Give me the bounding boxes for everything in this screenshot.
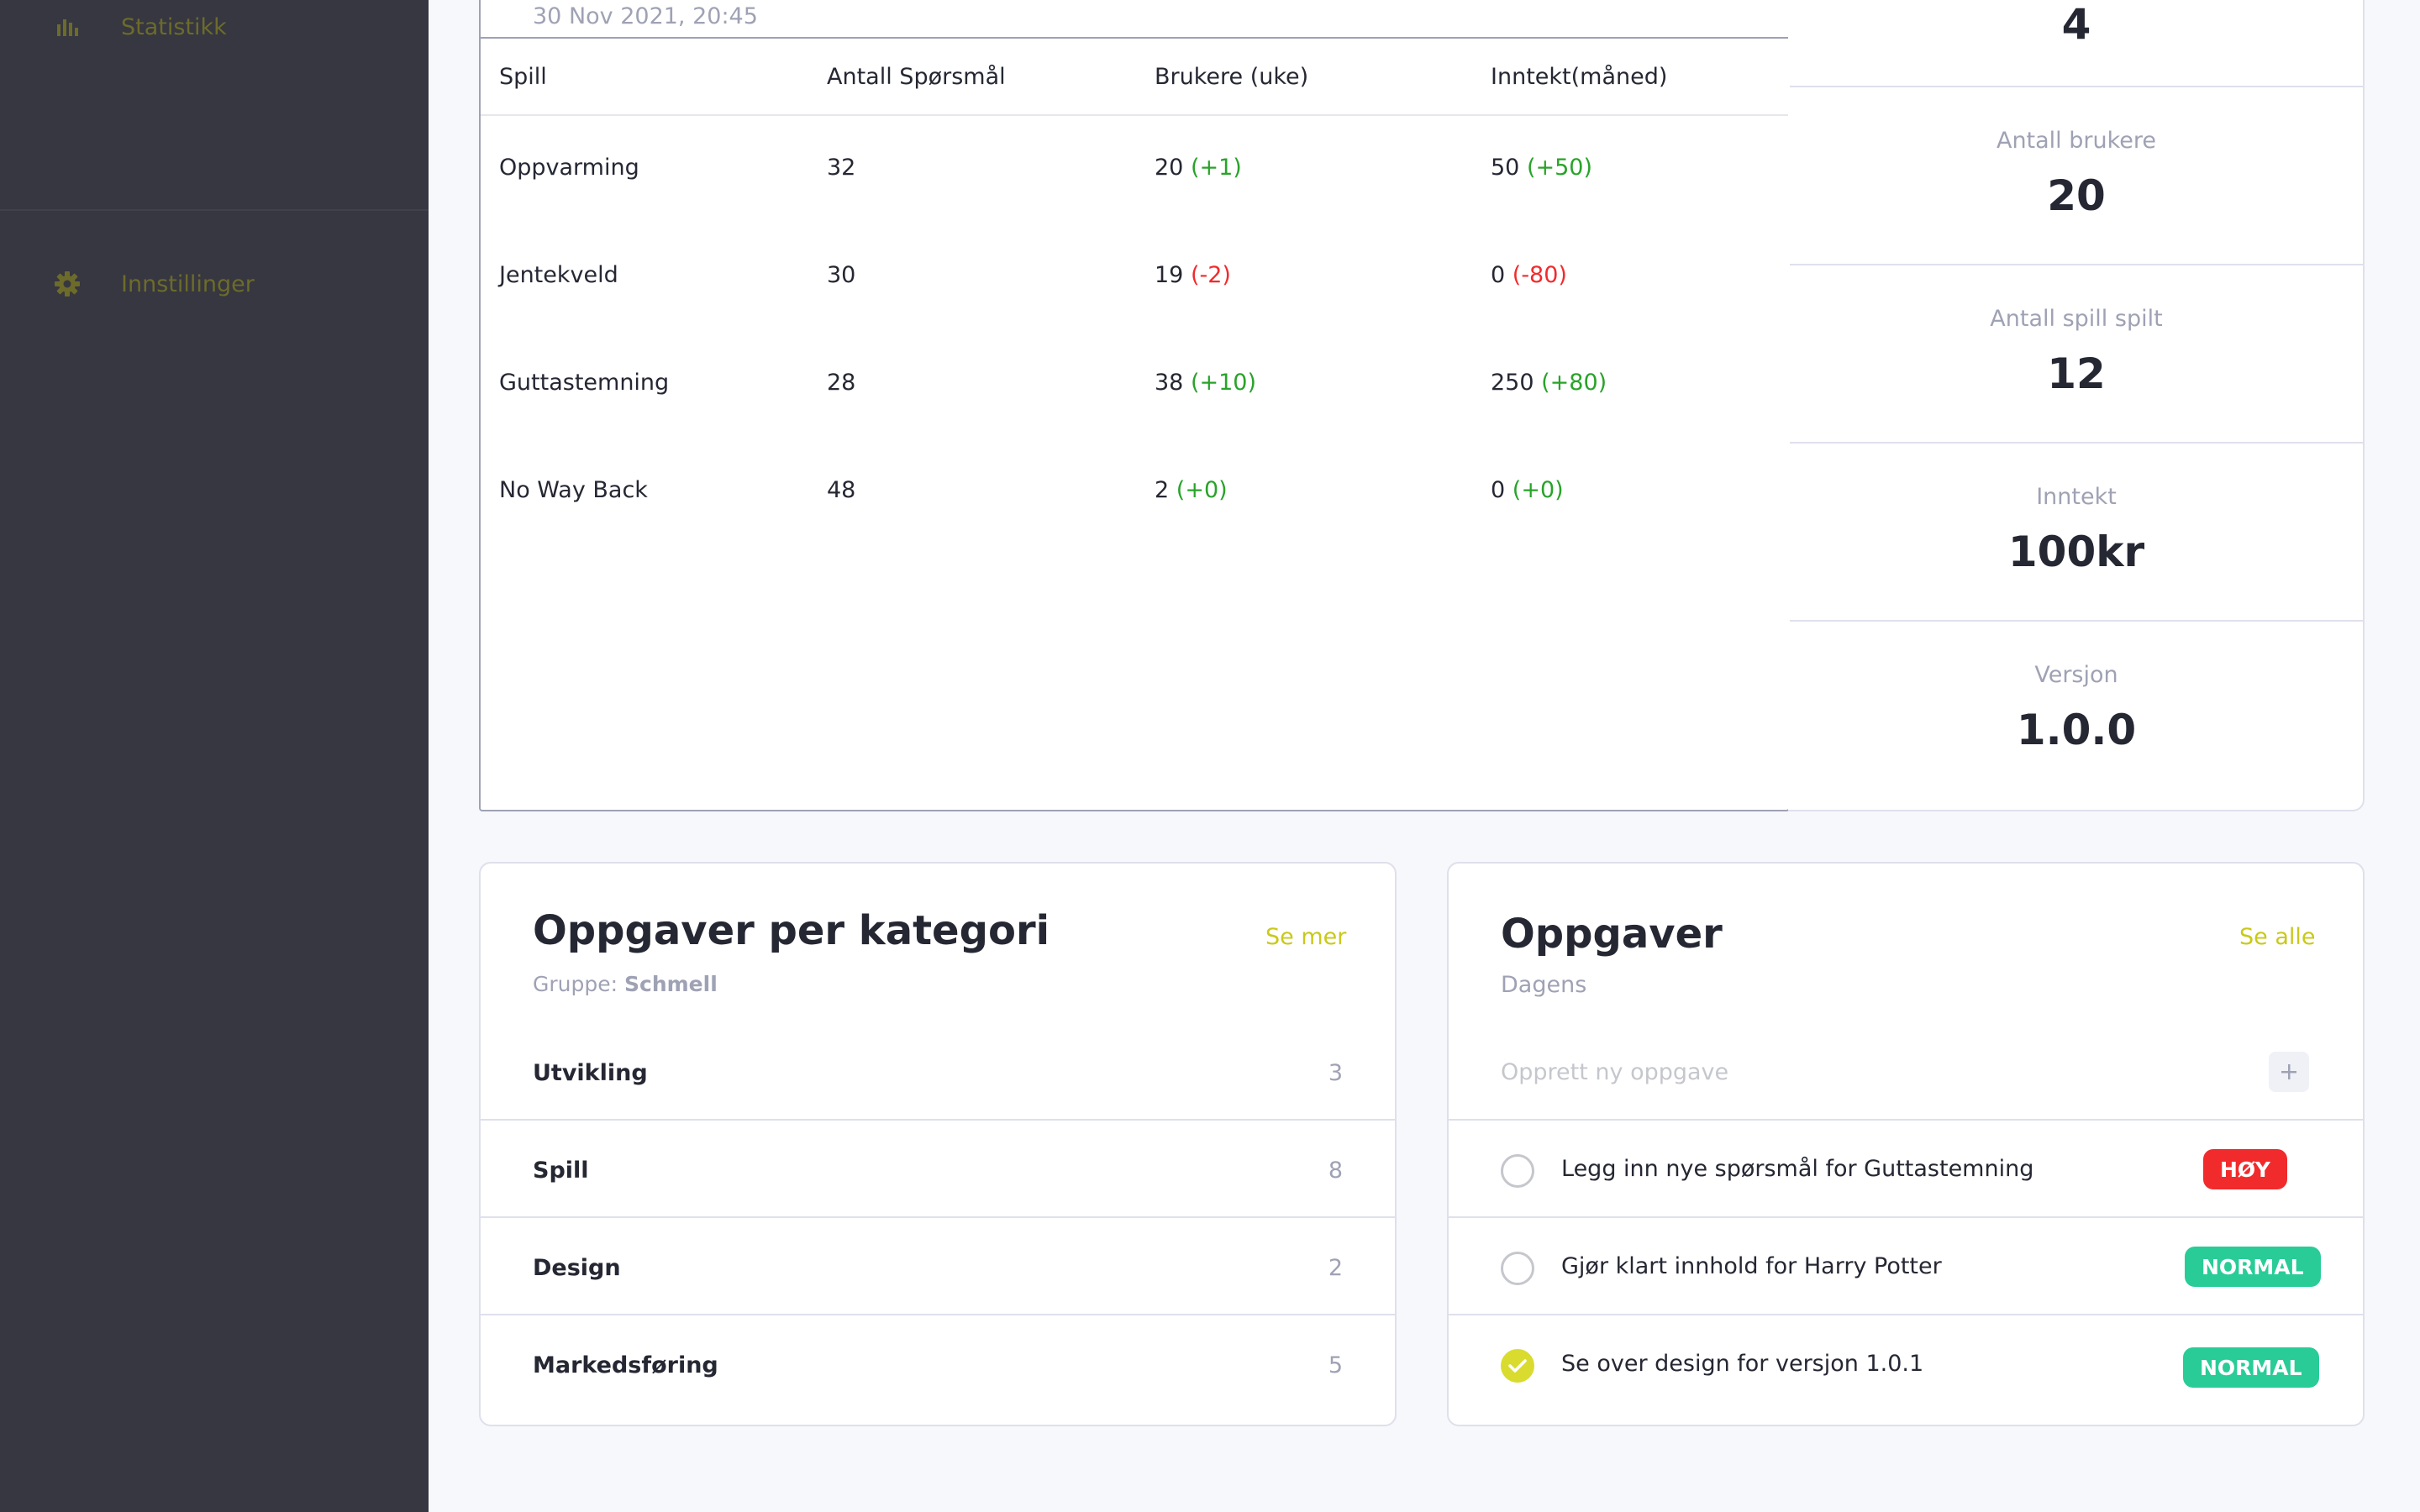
sidebar-item-innstillinger[interactable]: Innstillinger — [0, 257, 429, 311]
task-item: Legg inn nye spørsmål for Guttastemning … — [1449, 1121, 2363, 1218]
income-change: (+50) — [1526, 155, 1592, 181]
cell-users: 38 (+10) — [1155, 370, 1256, 396]
cell-questions: 30 — [827, 262, 856, 288]
task-checkbox-checked[interactable] — [1501, 1349, 1534, 1383]
task-checkbox[interactable] — [1501, 1154, 1534, 1188]
tasks-subtitle: Dagens — [1501, 972, 1587, 998]
category-count: 5 — [1328, 1352, 1343, 1378]
stat-tile: 4 — [1790, 0, 2363, 86]
category-count: 2 — [1328, 1255, 1343, 1281]
categories-title: Oppgaver per kategori — [533, 907, 1050, 954]
see-all-link[interactable]: Se alle — [2239, 924, 2316, 950]
column-header-questions: Antall Spørsmål — [827, 64, 1006, 90]
gear-icon — [54, 270, 81, 297]
stat-label: Inntekt — [2036, 484, 2117, 510]
plus-icon — [2281, 1064, 2296, 1079]
table-header: Spill Antall Spørsmål Brukere (uke) Innt… — [481, 37, 1788, 116]
group-name: Schmell — [624, 972, 718, 996]
table-row: Guttastemning 28 38 (+10) 250 (+80) — [481, 331, 1788, 438]
table-row: No Way Back 48 2 (+0) 0 (+0) — [481, 438, 1788, 546]
priority-badge: NORMAL — [2183, 1347, 2319, 1388]
cell-game: No Way Back — [499, 477, 648, 503]
tasks-title: Oppgaver — [1501, 911, 1723, 958]
priority-badge: HØY — [2203, 1149, 2287, 1189]
see-more-link[interactable]: Se mer — [1265, 924, 1346, 950]
sidebar: Statistikk Innstillinger — [0, 0, 429, 1512]
list-item[interactable]: Spill 8 — [481, 1121, 1395, 1218]
stat-tile-games-played: Antall spill spilt 12 — [1790, 264, 2363, 442]
add-task-button[interactable] — [2269, 1052, 2309, 1092]
task-text: Se over design for versjon 1.0.1 — [1561, 1351, 1924, 1377]
table-date: 30 Nov 2021, 20:45 — [533, 3, 758, 29]
stat-value: 1.0.0 — [2016, 706, 2137, 754]
cell-income: 0 (-80) — [1491, 262, 1567, 288]
users-change: (+1) — [1190, 155, 1242, 181]
new-task-row — [1449, 1023, 2363, 1121]
task-text: Legg inn nye spørsmål for Guttastemning — [1561, 1156, 2034, 1182]
cell-game: Guttastemning — [499, 370, 670, 396]
cell-game: Jentekveld — [499, 262, 618, 288]
sidebar-item-label: Innstillinger — [121, 270, 255, 297]
priority-badge: NORMAL — [2185, 1247, 2321, 1287]
category-label: Spill — [533, 1158, 589, 1184]
category-label: Utvikling — [533, 1060, 648, 1086]
users-change: (+10) — [1190, 370, 1256, 396]
cell-income: 50 (+50) — [1491, 155, 1592, 181]
income-change: (+0) — [1512, 477, 1564, 503]
category-count: 3 — [1328, 1060, 1343, 1086]
category-label: Design — [533, 1255, 621, 1281]
cell-users: 19 (-2) — [1155, 262, 1231, 288]
list-item[interactable]: Design 2 — [481, 1218, 1395, 1315]
list-item[interactable]: Utvikling 3 — [481, 1023, 1395, 1121]
stat-value: 4 — [2061, 0, 2091, 49]
cell-income: 0 (+0) — [1491, 477, 1564, 503]
column-header-game: Spill — [499, 64, 547, 90]
column-header-users: Brukere (uke) — [1155, 64, 1309, 90]
users-change: (+0) — [1176, 477, 1228, 503]
category-count: 8 — [1328, 1158, 1343, 1184]
stat-tile-income: Inntekt 100kr — [1790, 442, 2363, 620]
sidebar-item-statistikk[interactable]: Statistikk — [0, 0, 429, 54]
column-header-income: Inntekt(måned) — [1491, 64, 1668, 90]
bar-chart-icon — [54, 13, 81, 40]
task-text: Gjør klart innhold for Harry Potter — [1561, 1253, 1942, 1279]
task-item: Gjør klart innhold for Harry Potter NORM… — [1449, 1218, 2363, 1315]
stat-label: Antall brukere — [1996, 128, 2157, 154]
stat-label: Versjon — [2034, 662, 2118, 688]
cell-game: Oppvarming — [499, 155, 639, 181]
stat-label: Antall spill spilt — [1990, 306, 2163, 332]
stat-value: 12 — [2047, 349, 2106, 398]
checkmark-icon — [1508, 1359, 1527, 1373]
stat-tile-version: Versjon 1.0.0 — [1790, 620, 2363, 798]
cell-questions: 32 — [827, 155, 856, 181]
cell-users: 2 (+0) — [1155, 477, 1228, 503]
stat-tile-users: Antall brukere 20 — [1790, 86, 2363, 264]
sidebar-item-label: Statistikk — [121, 13, 227, 40]
category-label: Markedsføring — [533, 1352, 718, 1378]
task-item: Se over design for versjon 1.0.1 NORMAL — [1449, 1315, 2363, 1413]
stat-value: 100kr — [2007, 528, 2145, 576]
cell-users: 20 (+1) — [1155, 155, 1242, 181]
table-row: Jentekveld 30 19 (-2) 0 (-80) — [481, 223, 1788, 331]
income-change: (-80) — [1512, 262, 1567, 288]
table-row: Oppvarming 32 20 (+1) 50 (+50) — [481, 116, 1788, 223]
new-task-input[interactable] — [1501, 1052, 2223, 1092]
cell-questions: 48 — [827, 477, 856, 503]
income-change: (+80) — [1541, 370, 1607, 396]
stat-value: 20 — [2047, 171, 2106, 220]
users-change: (-2) — [1190, 262, 1231, 288]
categories-group: Gruppe: Schmell — [533, 972, 718, 996]
cell-questions: 28 — [827, 370, 856, 396]
list-item[interactable]: Markedsføring 5 — [481, 1315, 1395, 1413]
sidebar-divider — [0, 209, 429, 211]
cell-income: 250 (+80) — [1491, 370, 1607, 396]
task-checkbox[interactable] — [1501, 1252, 1534, 1285]
